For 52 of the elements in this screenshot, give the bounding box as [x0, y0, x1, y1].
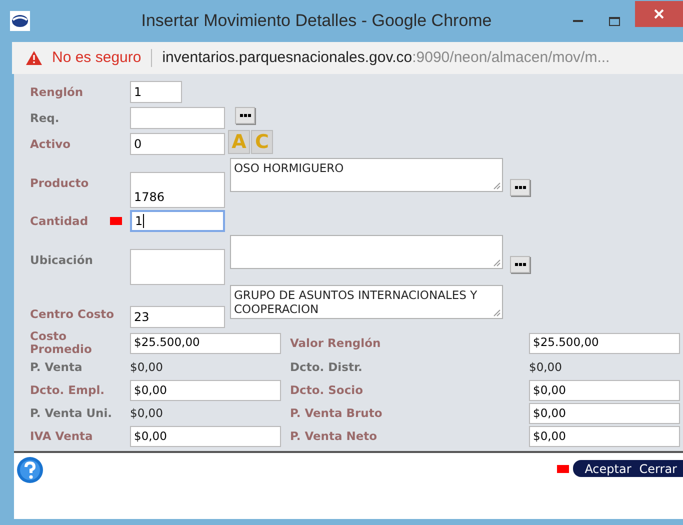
url-text[interactable]: inventarios.parquesnacionales.gov.co:9090/neon/almacen/mov/m... — [162, 46, 610, 70]
footer-button[interactable]: Cerrar — [639, 462, 677, 474]
text-area[interactable]: OSO HORMIGUERO — [230, 158, 503, 192]
text-field[interactable] — [130, 249, 225, 285]
close-icon — [654, 9, 664, 19]
warning-icon — [26, 51, 42, 65]
lookup-button[interactable] — [510, 178, 530, 196]
amount-field[interactable]: $0,00 — [130, 426, 281, 447]
close-button[interactable] — [635, 1, 683, 27]
field-label: Req. — [30, 112, 60, 124]
amount-field[interactable]: $25.500,00 — [130, 332, 281, 354]
field-label: P. Venta — [30, 361, 84, 374]
text-field[interactable] — [130, 107, 225, 129]
text-field[interactable]: 23 — [130, 306, 225, 328]
amount-field[interactable]: $0,00 — [529, 403, 680, 424]
field-label: Cantidad — [30, 214, 88, 228]
amount-field[interactable]: $25.500,00 — [529, 332, 680, 354]
help-icon[interactable] — [16, 456, 44, 484]
footer-button[interactable]: Aceptar — [584, 462, 632, 474]
lookup-button[interactable] — [510, 256, 530, 272]
field-label: P. Venta Neto — [290, 430, 378, 443]
field-label: Dcto. Distr. — [290, 361, 364, 374]
window-title: Insertar Movimiento Detalles - Google Chrome — [140, 10, 493, 32]
field-label: Ubicación — [30, 254, 93, 266]
text-field[interactable]: 0 — [130, 133, 225, 155]
lookup-button[interactable] — [235, 106, 255, 124]
field-label: Activo — [30, 138, 71, 150]
field-label: Valor Renglón — [290, 336, 382, 350]
field-label: Dcto. Empl. — [30, 384, 106, 397]
field-label: Renglón — [30, 86, 84, 98]
field-label: Centro Costo — [30, 307, 114, 321]
app-logo-icon — [10, 11, 30, 31]
text-field[interactable]: 1786 — [130, 172, 225, 208]
amount-value: $0,00 — [130, 358, 163, 376]
resize-grip-icon — [492, 181, 501, 190]
field-label: Costo Promedio — [30, 330, 93, 356]
security-status[interactable]: No es seguro — [52, 46, 142, 70]
resize-grip-icon — [492, 258, 501, 267]
text-field[interactable]: 1 — [130, 210, 225, 232]
field-label: Dcto. Socio — [290, 384, 364, 397]
field-label: Producto — [30, 176, 89, 190]
field-label: P. Venta Uni. — [30, 407, 114, 420]
amount-value: $0,00 — [529, 358, 562, 376]
text-area[interactable]: GRUPO DE ASUNTOS INTERNACIONALES Y COOPERACION — [230, 285, 503, 319]
field-label: P. Venta Bruto — [290, 407, 384, 420]
field-label: IVA Venta — [30, 430, 94, 443]
amount-field[interactable]: $0,00 — [130, 380, 281, 401]
amount-field[interactable]: $0,00 — [529, 426, 680, 447]
text-field[interactable]: 1 — [130, 81, 182, 103]
resize-grip-icon — [492, 308, 501, 317]
amount-field[interactable]: $0,00 — [529, 380, 680, 401]
amount-value: $0,00 — [130, 404, 163, 422]
